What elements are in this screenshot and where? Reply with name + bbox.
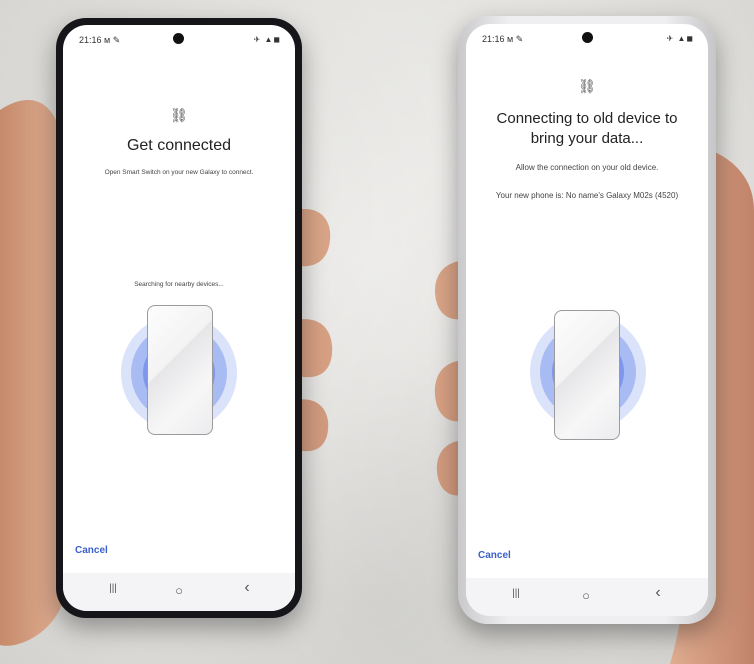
right-phone: 21:16 ᴍ ✎ ✈ ▲◼ ⛓ Connecting to old devic…	[458, 16, 716, 624]
instruction-text: Allow the connection on your old device.	[515, 163, 659, 172]
navigation-bar: ||| ○ ‹	[466, 578, 708, 616]
link-icon: ⛓	[578, 78, 596, 94]
instruction-text: Open Smart Switch on your new Galaxy to …	[104, 169, 254, 176]
camera-hole	[173, 33, 184, 44]
page-title-line2: bring your data...	[530, 130, 644, 147]
right-phone-screen: 21:16 ᴍ ✎ ✈ ▲◼ ⛓ Connecting to old devic…	[466, 24, 708, 616]
left-phone-screen: 21:16 ᴍ ✎ ✈ ▲◼ ⛓ Get connected Open Smar…	[63, 25, 295, 611]
camera-hole	[582, 32, 593, 43]
recent-apps-button[interactable]: |||	[506, 588, 526, 599]
status-icons: ✈ ▲◼	[253, 35, 281, 44]
home-button[interactable]: ○	[576, 588, 596, 603]
page-title-line1: Connecting to old device to	[496, 110, 678, 127]
back-button[interactable]: ‹	[648, 584, 668, 602]
device-name-text: Your new phone is: No name's Galaxy M02s…	[495, 191, 679, 200]
navigation-bar: ||| ○ ‹	[63, 573, 295, 611]
link-icon: ⛓	[170, 107, 188, 123]
device-illustration	[147, 305, 213, 435]
page-title: Get connected	[126, 137, 232, 154]
status-icons: ✈ ▲◼	[666, 34, 694, 43]
status-time: 21:16 ᴍ ✎	[79, 35, 121, 45]
searching-text: Searching for nearby devices...	[134, 281, 224, 288]
cancel-button[interactable]: Cancel	[478, 550, 511, 561]
back-button[interactable]: ‹	[237, 579, 257, 597]
status-time: 21:16 ᴍ ✎	[482, 34, 524, 44]
home-button[interactable]: ○	[169, 583, 189, 598]
cancel-button[interactable]: Cancel	[75, 545, 108, 556]
left-phone: 21:16 ᴍ ✎ ✈ ▲◼ ⛓ Get connected Open Smar…	[56, 18, 302, 618]
recent-apps-button[interactable]: |||	[103, 583, 123, 594]
device-illustration	[554, 310, 620, 440]
